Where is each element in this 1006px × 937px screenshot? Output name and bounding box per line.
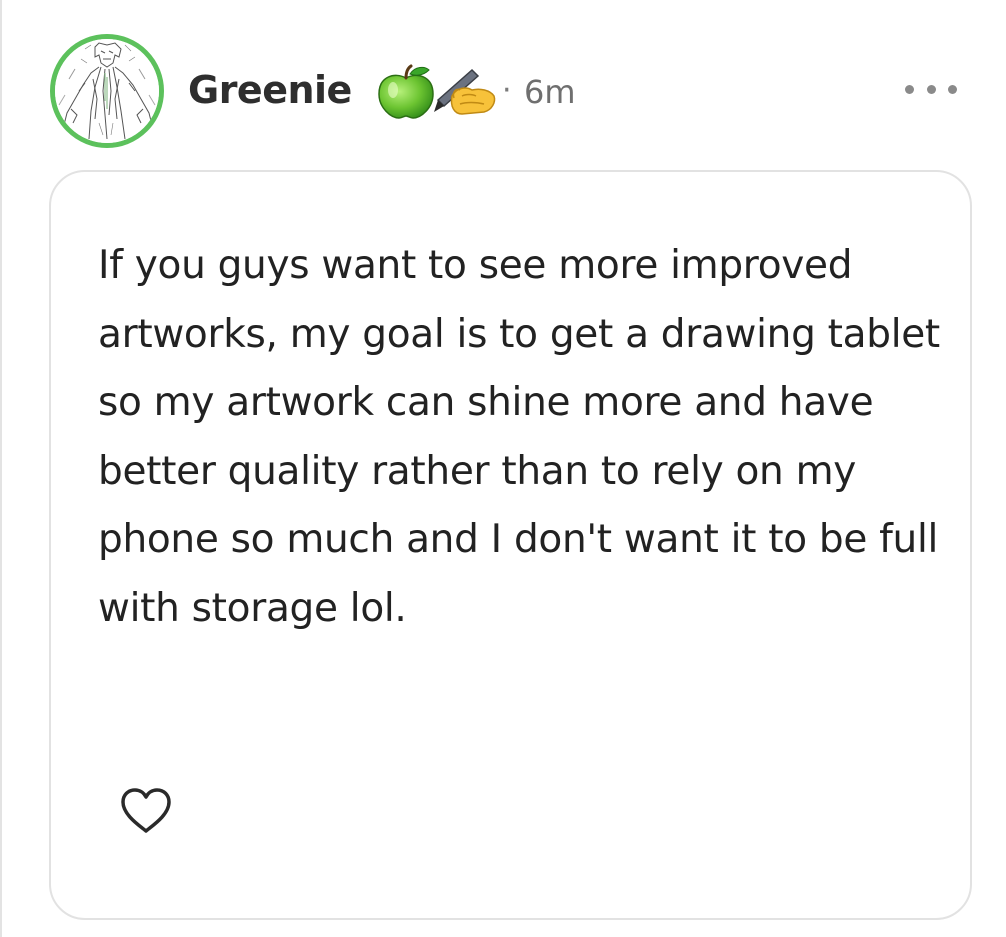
left-border xyxy=(0,0,2,937)
green-apple-icon xyxy=(378,64,434,119)
more-options-icon[interactable] xyxy=(905,74,957,104)
heart-outline-icon xyxy=(121,788,171,833)
meta-separator: · xyxy=(502,73,512,108)
more-dot xyxy=(948,84,957,94)
avatar-sketch-image xyxy=(55,39,159,143)
more-dot xyxy=(905,84,914,94)
avatar[interactable] xyxy=(50,34,164,148)
author-name[interactable]: Greenie xyxy=(188,62,352,118)
writing-hand-icon xyxy=(434,68,496,115)
more-dot xyxy=(926,84,936,94)
post-body: If you guys want to see more improved ar… xyxy=(98,243,940,631)
like-button[interactable] xyxy=(118,786,174,836)
post-timestamp: 6m xyxy=(524,73,576,111)
